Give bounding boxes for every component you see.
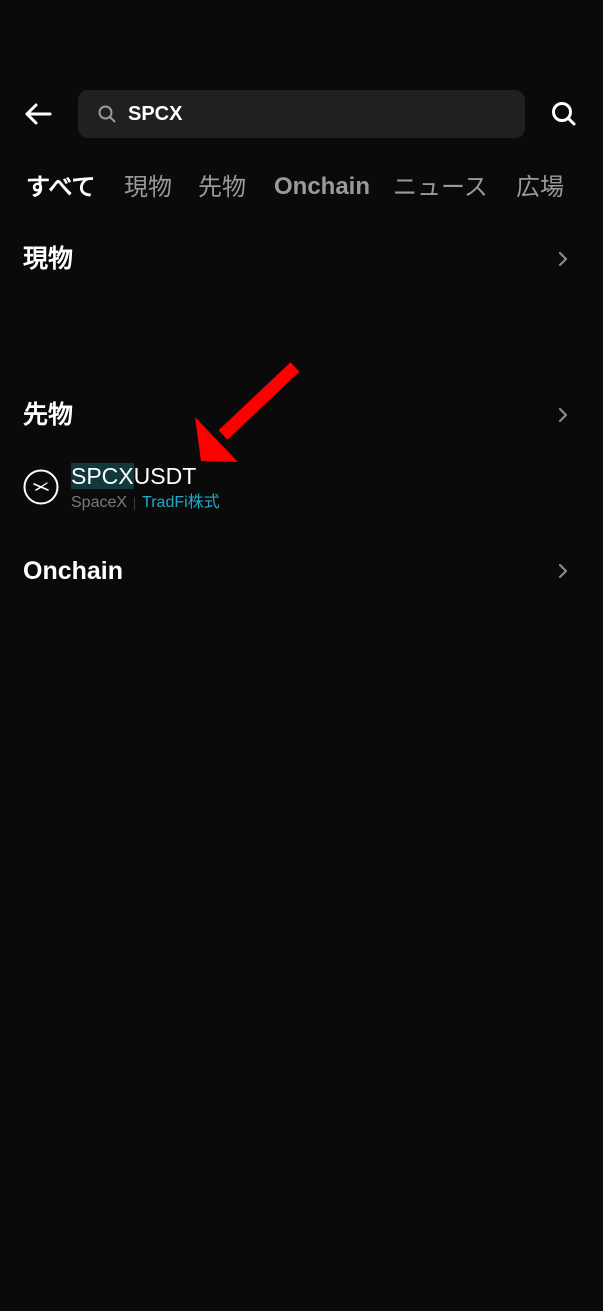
tab-futures[interactable]: 先物 <box>198 168 246 206</box>
tab-all[interactable]: すべて <box>26 168 95 206</box>
search-icon <box>552 102 576 126</box>
tab-square[interactable]: 広場 <box>516 168 564 206</box>
onchain-section-title: Onchain <box>23 557 124 585</box>
category-tabs: すべて 現物 先物 Onchain ニュース 広場 <box>0 168 603 208</box>
futures-result-item[interactable]: SPCXUSDT SpaceX TradFi株式 <box>0 458 603 520</box>
spacex-logo-icon <box>23 469 59 505</box>
arrow-left-icon <box>25 103 52 125</box>
category-tag: TradFi株式 <box>142 494 220 511</box>
chevron-right-icon <box>556 563 570 579</box>
futures-section-header[interactable]: 先物 <box>0 397 603 433</box>
search-input[interactable] <box>128 102 508 126</box>
spot-section-title: 現物 <box>23 244 74 273</box>
tab-onchain[interactable]: Onchain <box>274 168 370 206</box>
asset-name: SpaceX <box>71 494 128 511</box>
futures-section-title: 先物 <box>23 400 74 429</box>
divider <box>134 496 136 510</box>
chevron-right-icon <box>556 407 570 423</box>
pair-meta: SpaceX TradFi株式 <box>71 493 220 513</box>
tab-spot[interactable]: 現物 <box>124 168 172 206</box>
search-box[interactable] <box>78 90 525 138</box>
onchain-section-header[interactable]: Onchain <box>0 553 603 589</box>
pair-quote: USDT <box>133 463 197 489</box>
spot-section-header[interactable]: 現物 <box>0 241 603 277</box>
match-highlight: SPCX <box>71 463 134 489</box>
search-button[interactable] <box>550 100 578 128</box>
pair-symbol: SPCXUSDT <box>71 460 196 492</box>
search-icon <box>98 105 116 123</box>
search-header <box>0 90 603 138</box>
chevron-right-icon <box>556 251 570 267</box>
back-button[interactable] <box>22 99 54 129</box>
tab-news[interactable]: ニュース <box>393 168 488 206</box>
